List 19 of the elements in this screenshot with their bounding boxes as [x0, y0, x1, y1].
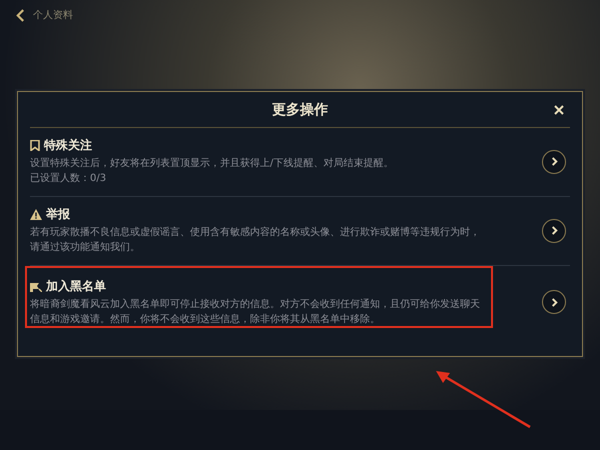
- open-button[interactable]: [542, 218, 566, 242]
- option-description: 若有玩家散播不良信息或虚假谣言、使用含有敏感内容的名称或头像、进行欺诈或赌博等违规行为时，请通过该功能通知我们。: [30, 226, 481, 255]
- page-title: 个人资料: [33, 8, 73, 22]
- open-button[interactable]: [542, 150, 566, 174]
- flag-icon: [30, 282, 42, 292]
- option-note: 已设置人数：0/3: [30, 172, 108, 186]
- bookmark-icon: [30, 140, 40, 151]
- dialog-title: 更多操作: [272, 100, 328, 118]
- option-title: 特殊关注: [44, 137, 92, 154]
- open-button[interactable]: [542, 290, 566, 314]
- option-description: 将暗裔剑魔看风云加入黑名单即可停止接收对方的信息。对方不会收到任何通知，且仍可给你发送聊天信息和游戏邀请。然而，你将不会收到这些信息，除非你将其从黑名单中移除。: [30, 298, 481, 327]
- option-title: 加入黑名单: [46, 278, 106, 295]
- chevron-right-icon: [550, 298, 558, 306]
- chevron-right-icon: [550, 157, 558, 166]
- close-icon[interactable]: [554, 105, 564, 115]
- chevron-right-icon: [550, 226, 558, 235]
- option-title: 举报: [46, 206, 70, 223]
- option-description: 设置特殊关注后，好友将在列表置顶显示，并且获得上/下线提醒、对局结束提醒。: [30, 156, 394, 171]
- warning-icon: [30, 209, 42, 220]
